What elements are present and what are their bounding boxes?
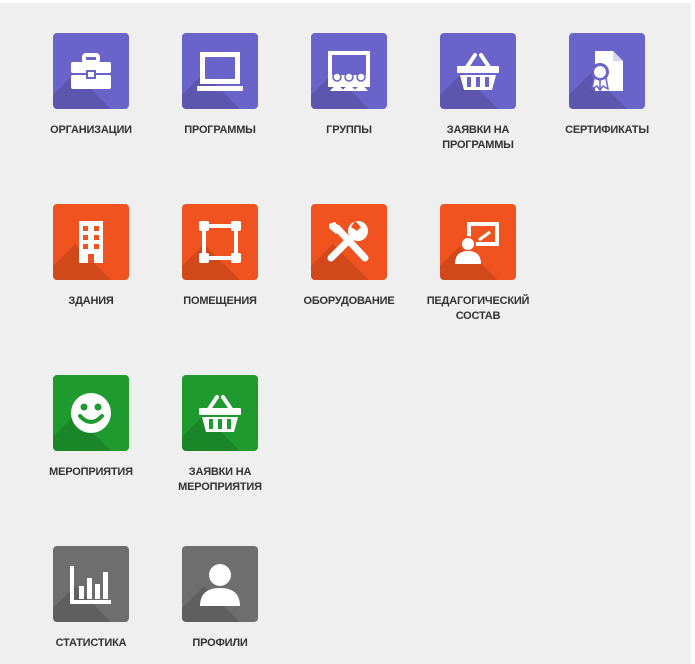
tile-label: ПРОФИЛИ (192, 637, 248, 649)
tile-profiles[interactable]: ПРОФИЛИ (160, 546, 280, 651)
tile-label: ГРУППЫ (326, 124, 372, 136)
tile-label: ПРОГРАММЫ (184, 124, 256, 136)
tile-teaching-staff[interactable]: ПЕДАГОГИЧЕСКИЙ СОСТАВ (418, 204, 538, 324)
smiley-icon (53, 375, 129, 451)
dashboard-panel: ОРГАНИЗАЦИИ ПРОГРАММЫ ГРУППЫ ЗАЯВКИ НА П… (0, 3, 691, 664)
tile-rooms[interactable]: ПОМЕЩЕНИЯ (160, 204, 280, 309)
tile-label: ЗАЯВКИ НА ПРОГРАММЫ (442, 124, 514, 151)
classroom-icon (311, 33, 387, 109)
tile-label: ЗДАНИЯ (68, 295, 114, 307)
tile-programs[interactable]: ПРОГРАММЫ (160, 33, 280, 138)
user-icon (182, 546, 258, 622)
basket-icon (182, 375, 258, 451)
tile-groups[interactable]: ГРУППЫ (289, 33, 409, 138)
tile-statistics[interactable]: СТАТИСТИКА (31, 546, 151, 651)
tile-program-applications[interactable]: ЗАЯВКИ НА ПРОГРАММЫ (418, 33, 538, 153)
tile-buildings[interactable]: ЗДАНИЯ (31, 204, 151, 309)
tile-label: ОРГАНИЗАЦИИ (50, 124, 132, 136)
tools-icon (311, 204, 387, 280)
tile-equipment[interactable]: ОБОРУДОВАНИЕ (289, 204, 409, 309)
teacher-icon (440, 204, 516, 280)
laptop-icon (182, 33, 258, 109)
tile-label: МЕРОПРИЯТИЯ (49, 466, 133, 478)
tile-events[interactable]: МЕРОПРИЯТИЯ (31, 375, 151, 480)
tile-label: ПЕДАГОГИЧЕСКИЙ СОСТАВ (426, 295, 530, 322)
bar-chart-icon (53, 546, 129, 622)
tile-certificates[interactable]: СЕРТИФИКАТЫ (547, 33, 667, 138)
certificate-icon (569, 33, 645, 109)
room-icon (182, 204, 258, 280)
building-icon (53, 204, 129, 280)
basket-icon (440, 33, 516, 109)
tile-label: СТАТИСТИКА (55, 637, 127, 649)
tile-label: ОБОРУДОВАНИЕ (303, 295, 395, 307)
briefcase-icon (53, 33, 129, 109)
tile-event-applications[interactable]: ЗАЯВКИ НА МЕРОПРИЯТИЯ (160, 375, 280, 495)
tile-label: СЕРТИФИКАТЫ (565, 124, 649, 136)
tile-label: ЗАЯВКИ НА МЕРОПРИЯТИЯ (178, 466, 262, 493)
tile-label: ПОМЕЩЕНИЯ (183, 295, 257, 307)
tile-organizations[interactable]: ОРГАНИЗАЦИИ (31, 33, 151, 138)
